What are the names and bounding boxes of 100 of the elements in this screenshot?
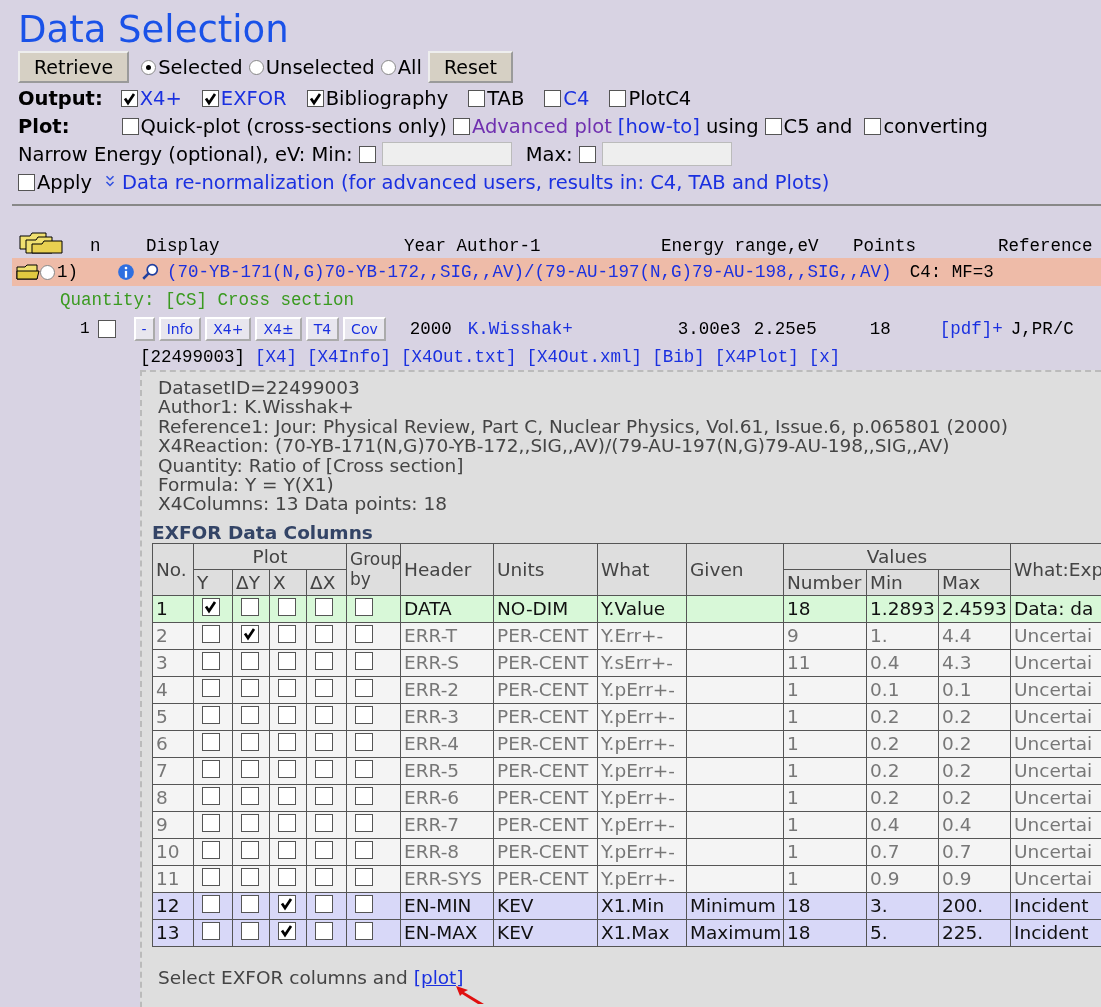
checkbox[interactable]: [315, 705, 333, 724]
dataset-link[interactable]: [X4Info]: [307, 347, 392, 367]
dataset-link[interactable]: [X4Out.txt]: [401, 347, 517, 367]
retrieve-button[interactable]: Retrieve: [18, 51, 130, 83]
checkbox[interactable]: [278, 597, 296, 616]
info-icon[interactable]: [117, 263, 135, 281]
checkbox[interactable]: [202, 813, 220, 832]
checkbox[interactable]: [355, 840, 373, 859]
checkbox[interactable]: [202, 732, 220, 751]
checkbox[interactable]: [544, 89, 562, 107]
checkbox[interactable]: [241, 786, 259, 805]
checkbox[interactable]: [241, 624, 259, 643]
reaction-link[interactable]: (70-YB-171(N,G)70-YB-172,,SIG,,AV)/(79-AU-197(N,G)79-AU-198,,SIG,,AV): [167, 262, 892, 282]
checkbox[interactable]: [315, 813, 333, 832]
checkbox[interactable]: [241, 759, 259, 778]
checkbox[interactable]: [358, 145, 376, 163]
option-link[interactable]: C4: [563, 86, 590, 110]
option-link[interactable]: EXFOR: [220, 86, 287, 110]
checkbox[interactable]: [278, 651, 296, 670]
checkbox[interactable]: [278, 813, 296, 832]
checkbox[interactable]: [278, 840, 296, 859]
checkbox[interactable]: [355, 894, 373, 913]
dataset-button[interactable]: X4+: [205, 317, 252, 341]
search-icon[interactable]: [141, 263, 159, 281]
checkbox[interactable]: [241, 678, 259, 697]
renormalization-link[interactable]: Data re-normalization (for advanced users, results in: C4, TAB and Plots): [122, 170, 830, 194]
checkbox[interactable]: [609, 89, 627, 107]
checkbox[interactable]: [241, 894, 259, 913]
checkbox[interactable]: [202, 597, 220, 616]
checkbox[interactable]: [241, 921, 259, 940]
checkbox[interactable]: [202, 921, 220, 940]
checkbox[interactable]: [278, 624, 296, 643]
dataset-link[interactable]: [X4Out.xml]: [526, 347, 643, 367]
checkbox[interactable]: [241, 840, 259, 859]
radio-button[interactable]: [248, 59, 264, 75]
checkbox[interactable]: [278, 786, 296, 805]
checkbox[interactable]: [201, 89, 219, 107]
checkbox[interactable]: [315, 624, 333, 643]
checkbox[interactable]: [202, 624, 220, 643]
checkbox[interactable]: [202, 651, 220, 670]
checkbox[interactable]: [864, 117, 882, 135]
checkbox[interactable]: [315, 678, 333, 697]
checkbox[interactable]: [202, 678, 220, 697]
dataset-link[interactable]: [x]: [808, 347, 841, 367]
checkbox[interactable]: [315, 759, 333, 778]
checkbox[interactable]: [241, 813, 259, 832]
plot-link[interactable]: [plot]: [413, 966, 464, 988]
checkbox[interactable]: [315, 732, 333, 751]
radio-button[interactable]: [40, 264, 55, 280]
checkbox[interactable]: [278, 759, 296, 778]
checkbox[interactable]: [202, 894, 220, 913]
entry-row[interactable]: 1) (70-YB-171(N,G)70-YB-172,,SIG,,AV)/(79-AU-197(N,G)79-AU-198,,SIG,,AV) C4: MF=3: [12, 258, 1101, 286]
dataset-button[interactable]: X4±: [255, 317, 302, 341]
checkbox[interactable]: [121, 117, 139, 135]
checkbox[interactable]: [278, 705, 296, 724]
dataset-button[interactable]: T4: [305, 317, 340, 341]
how-to-link[interactable]: [how-to]: [617, 114, 700, 138]
checkbox[interactable]: [355, 921, 373, 940]
checkbox[interactable]: [355, 597, 373, 616]
radio-button[interactable]: [380, 59, 396, 75]
checkbox[interactable]: [315, 921, 333, 940]
radio-button[interactable]: [141, 59, 157, 75]
reset-button[interactable]: Reset: [427, 51, 513, 83]
checkbox[interactable]: [278, 894, 296, 913]
checkbox[interactable]: [315, 867, 333, 886]
checkbox[interactable]: [355, 813, 373, 832]
checkbox[interactable]: [306, 89, 324, 107]
author-link[interactable]: K.Wisshak+: [467, 319, 674, 339]
advanced-plot-link[interactable]: Advanced plot: [471, 114, 612, 138]
checkbox[interactable]: [202, 867, 220, 886]
checkbox[interactable]: [202, 786, 220, 805]
checkbox[interactable]: [278, 921, 296, 940]
checkbox[interactable]: [315, 651, 333, 670]
checkbox[interactable]: [18, 173, 35, 191]
checkbox[interactable]: [468, 89, 486, 107]
dataset-link[interactable]: [X4Plot]: [714, 347, 799, 367]
checkbox[interactable]: [315, 840, 333, 859]
checkbox[interactable]: [355, 759, 373, 778]
checkbox[interactable]: [764, 117, 782, 135]
pdf-link[interactable]: [pdf]+: [939, 319, 1003, 339]
checkbox[interactable]: [278, 732, 296, 751]
checkbox[interactable]: [355, 867, 373, 886]
checkbox[interactable]: [355, 651, 373, 670]
dataset-button[interactable]: Info: [158, 317, 202, 341]
dataset-link[interactable]: [Bib]: [652, 347, 705, 367]
checkbox[interactable]: [241, 597, 259, 616]
checkbox[interactable]: [241, 732, 259, 751]
checkbox[interactable]: [315, 894, 333, 913]
checkbox[interactable]: [120, 89, 138, 107]
checkbox[interactable]: [241, 651, 259, 670]
checkbox[interactable]: [355, 705, 373, 724]
checkbox[interactable]: [578, 145, 596, 163]
checkbox[interactable]: [355, 624, 373, 643]
checkbox[interactable]: [202, 705, 220, 724]
checkbox[interactable]: [355, 732, 373, 751]
checkbox[interactable]: [355, 678, 373, 697]
dataset-link[interactable]: [X4]: [255, 347, 298, 367]
checkbox[interactable]: [97, 320, 116, 338]
max-energy-field[interactable]: [601, 142, 732, 166]
checkbox[interactable]: [355, 786, 373, 805]
